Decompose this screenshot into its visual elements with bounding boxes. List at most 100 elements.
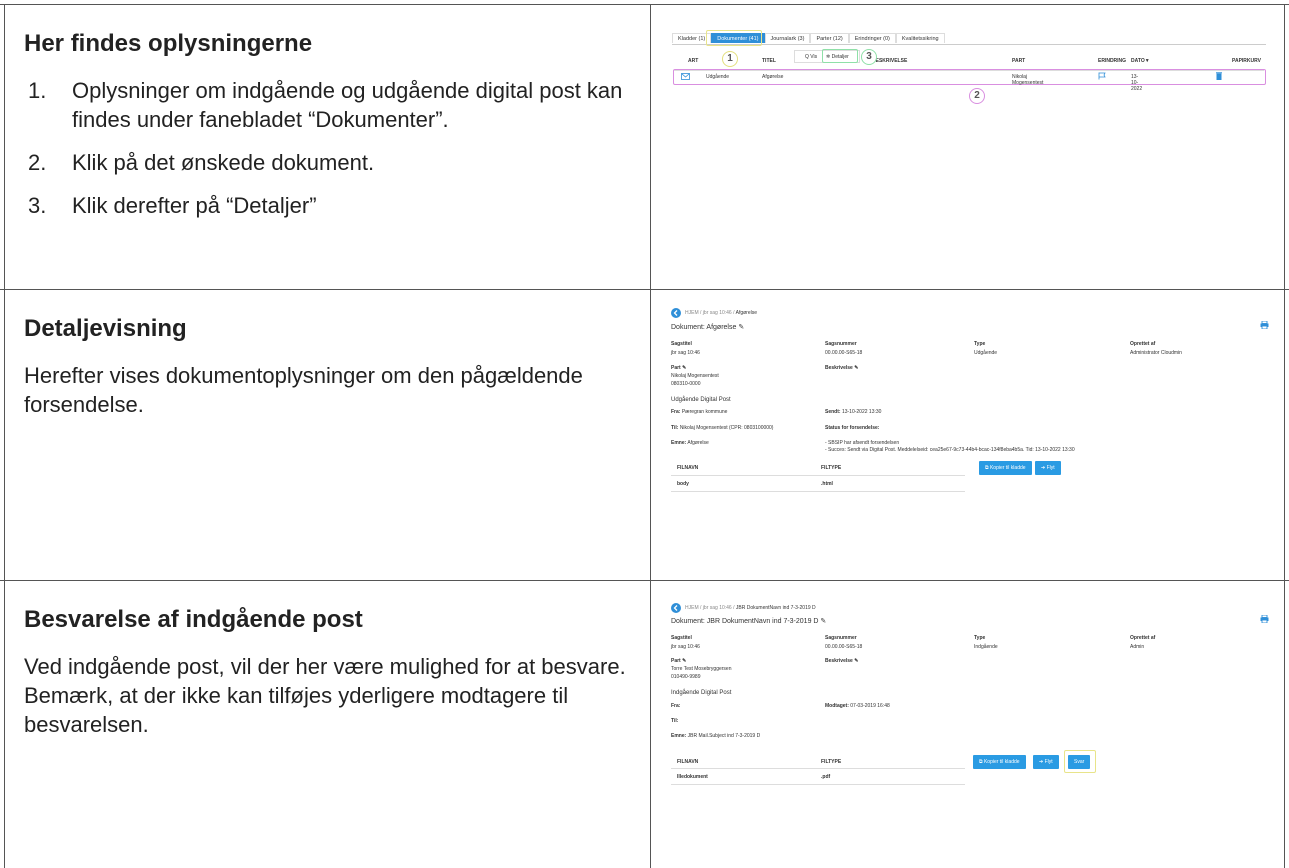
emne-row: Emne: Afgørelse [671,440,709,446]
file-name[interactable]: Illedokument [677,774,708,780]
sagsnummer-value: 00.00.00-S65-18 [825,350,863,356]
marker-3: 3 [861,49,877,65]
grid-line-mid [650,4,651,868]
row-art: Udgående [706,74,730,80]
sagsnummer-value: 00.00.00-S65-18 [825,644,863,650]
steps-list: 1. Oplysninger om indgående og udgående d… [24,76,634,220]
beskrivelse-label-text: Beskrivelse [825,365,853,371]
copy-icon: ⧉ [985,465,989,471]
breadcrumb: HJEM / jbr sag 10:46 / JBR DokumentNavn … [685,605,816,611]
breadcrumb: HJEM / jbr sag 10:46 / Afgørelse [685,310,758,316]
vis-button[interactable]: Q Vis [805,54,817,60]
status-line-2: - Succes: Sendt via Digital Post. Meddel… [825,447,1075,453]
emne-value: JBR Mail.Subject ind 7-3-2019 D [687,733,761,739]
breadcrumb-sag[interactable]: jbr sag 10:46 [703,310,732,316]
part-label: Part ✎ [671,365,687,371]
pencil-icon[interactable]: ✎ [738,324,744,331]
grid-line-right [1284,4,1285,868]
type-label: Type [974,635,986,641]
highlight-svar [1064,750,1096,773]
pencil-icon[interactable]: ✎ [820,618,826,625]
row-titel[interactable]: Afgørelse [762,74,783,80]
til-value: Nikolaj Mogensentest (CPR: 0803100000) [679,425,774,431]
sendt-row: Sendt: 13-10-2022 13:30 [825,409,881,415]
list-item: 3. Klik derefter på “Detaljer” [24,191,634,220]
breadcrumb-home[interactable]: HJEM [685,310,699,316]
section-2-body: Herefter vises dokumentoplysninger om de… [24,363,583,417]
page-title: Dokument: Afgørelse ✎ [671,323,744,331]
section-1: Her findes oplysningerne 1. Oplysninger o… [24,30,634,234]
part-label: Part ✎ [671,658,687,664]
file-header-sep [671,768,965,769]
print-icon[interactable] [1260,321,1269,329]
modtaget-value: 07-03-2019 16:48 [850,703,890,709]
flyt-label: Flyt [1044,759,1053,765]
breadcrumb-home[interactable]: HJEM [685,605,699,611]
doc-title-text: Dokument: JBR DokumentNavn ind 7-3-2019 … [671,618,819,625]
sagsnummer-label: Sagsnummer [825,635,857,641]
col-filnavn: FILNAVN [677,759,699,765]
list-item: 1. Oplysninger om indgående og udgående d… [24,76,634,134]
doc-title-text: Dokument: Afgørelse [671,324,737,331]
file-header-sep [671,475,965,476]
kopier-til-kladde-button[interactable]: ⧉ Kopier til kladde [979,461,1032,475]
sagstitel-value: jbr sag 10:46 [671,350,700,356]
move-icon: ➔ [1039,759,1044,765]
flag-icon[interactable] [1098,72,1106,80]
part-label-text: Part [671,365,681,371]
marker-2: 2 [969,88,985,104]
marker-1: 1 [722,51,738,67]
list-item: 2. Klik på det ønskede dokument. [24,148,634,177]
fra-label: Fra: [671,703,681,709]
file-row-sep [671,784,965,785]
tab-kvalitetssikring[interactable]: Kvalitetssikring [895,33,945,43]
file-type: .html [821,481,833,487]
grid-line-top [0,4,1289,5]
col-art: ART [688,58,699,64]
sagstitel-label: Sagstitel [671,341,692,347]
tab-journalark[interactable]: Journalark (3) [764,33,811,43]
section-3-body: Ved indgående post, vil der her være mul… [24,654,626,737]
col-filtype: FILTYPE [821,759,842,765]
page-title: Dokument: JBR DokumentNavn ind 7-3-2019 … [671,617,826,625]
file-name[interactable]: body [677,481,689,487]
section-2: Detaljevisning Herefter vises dokumentop… [24,315,634,419]
flyt-button[interactable]: ➔ Flyt [1035,461,1061,475]
til-label: Til: [671,425,679,431]
col-filnavn: FILNAVN [677,465,699,471]
envelope-icon [681,73,690,80]
modtaget-label: Modtaget: [825,703,849,709]
step-number: 2. [28,150,47,175]
trash-icon[interactable] [1216,72,1222,80]
sagsnummer-label: Sagsnummer [825,341,857,347]
part-label-text: Part [671,658,681,664]
part-name: Nikolaj Mogensentest [671,373,719,379]
til-row: Til: Nikolaj Mogensentest (CPR: 08031000… [671,425,773,431]
flyt-button[interactable]: ➔ Flyt [1033,755,1059,769]
step-text: Klik derefter på “Detaljer” [72,193,317,218]
back-icon[interactable] [671,308,681,318]
copy-icon: ⧉ [979,759,983,765]
section-3-title: Besvarelse af indgående post [24,606,363,633]
row-part: Nikolaj Mogensentest [1012,74,1044,86]
beskrivelse-label-text: Beskrivelse [825,658,853,664]
part-id: 080310-0000 [671,381,701,387]
type-value: Udgående [974,350,998,356]
breadcrumb-doc: Afgørelse [735,310,758,316]
print-icon[interactable] [1260,615,1269,623]
type-value: Indgående [974,644,998,650]
col-titel: TITEL [762,58,776,64]
fra-row: Fra: Pæregran kommune [671,409,727,415]
kopier-til-kladde-button[interactable]: ⧉ Kopier til kladde [973,755,1026,769]
step-number: 1. [28,78,47,103]
part-id: 010490-9989 [671,674,701,680]
part-name: Torre Test Mosebryggersen [671,666,732,672]
tab-erindringer[interactable]: Erindringer (0) [848,33,896,43]
col-dato[interactable]: DATO▼ [1131,58,1150,64]
til-label: Til: [671,718,679,724]
highlight-dokumenter [706,30,762,46]
col-beskrivelse: BESKRIVELSE [872,58,908,64]
breadcrumb-sag[interactable]: jbr sag 10:46 [703,605,732,611]
tab-parter[interactable]: Parter (12) [810,33,849,43]
back-icon[interactable] [671,603,681,613]
